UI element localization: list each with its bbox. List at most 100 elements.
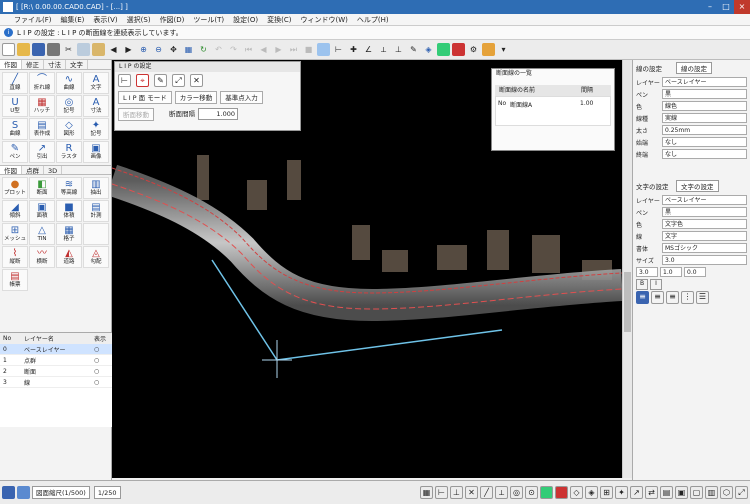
figure-tool[interactable]: ◇ 図形 bbox=[56, 118, 82, 140]
arrow-right-icon[interactable]: ▶ bbox=[122, 43, 135, 56]
stop-icon[interactable]: ■ bbox=[302, 43, 315, 56]
copy-icon[interactable] bbox=[77, 43, 90, 56]
text-prop-select[interactable]: ベースレイヤー bbox=[662, 195, 747, 205]
lip-mode-icon[interactable]: ⊢ bbox=[118, 74, 131, 87]
dimension-tool[interactable]: A 寸法 bbox=[83, 95, 109, 117]
line-prop-select[interactable]: 黒 bbox=[662, 89, 747, 99]
layer-row[interactable]: 0 ベースレイヤー ○ bbox=[0, 344, 112, 355]
layer-icon[interactable] bbox=[437, 43, 450, 56]
slope-calc-tool[interactable]: ◬ 勾配 bbox=[83, 246, 109, 268]
menu-convert[interactable]: 変換(C) bbox=[267, 15, 291, 25]
text-tool[interactable]: A 文字 bbox=[83, 72, 109, 94]
size-value-1[interactable]: 3.0 bbox=[636, 267, 658, 277]
pan-icon[interactable]: ✥ bbox=[167, 43, 180, 56]
dyn-icon[interactable]: ⇄ bbox=[645, 486, 658, 499]
section-icon[interactable]: ⊥ bbox=[392, 43, 405, 56]
align-left-icon[interactable]: ≡ bbox=[636, 290, 649, 304]
line-prop-select[interactable]: 実線 bbox=[662, 113, 747, 123]
base-point-input-button[interactable]: 基準点入力 bbox=[220, 91, 263, 104]
cross-tool[interactable]: 〰横断 bbox=[29, 246, 55, 268]
snap-mid-icon[interactable]: ⊥ bbox=[450, 486, 463, 499]
new-file-icon[interactable] bbox=[2, 43, 15, 56]
snap-icon[interactable]: ✚ bbox=[347, 43, 360, 56]
visible-toggle-icon[interactable]: ○ bbox=[94, 379, 112, 386]
cut-icon[interactable]: ✂ bbox=[62, 43, 75, 56]
lip-delete-icon[interactable]: ✕ bbox=[190, 74, 203, 87]
axis-icon[interactable]: ⊢ bbox=[332, 43, 345, 56]
align-right-icon[interactable]: ≡ bbox=[666, 290, 679, 304]
tab-text[interactable]: 文字 bbox=[66, 60, 88, 69]
menu-edit[interactable]: 編集(E) bbox=[61, 15, 85, 25]
line-tool[interactable]: ╱ 直線 bbox=[2, 72, 28, 94]
tab-modify[interactable]: 修正 bbox=[22, 60, 44, 69]
road-tool[interactable]: ◭ 道路 bbox=[56, 246, 82, 268]
profile-tool[interactable]: ⌇ 縦断 bbox=[2, 246, 28, 268]
tab-3d[interactable]: 3D bbox=[44, 166, 63, 175]
menu-window[interactable]: ウィンドウ(W) bbox=[301, 15, 348, 25]
measure-tool[interactable]: ▤ 計測 bbox=[83, 200, 109, 222]
pen-tool[interactable]: ✎ ペン bbox=[2, 141, 28, 163]
dialog-row[interactable]: No 断面線A 1.00 bbox=[495, 96, 611, 126]
track-icon[interactable]: ↗ bbox=[630, 486, 643, 499]
measure-icon[interactable]: ⟂ bbox=[377, 43, 390, 56]
full-screen-icon[interactable]: ⤢ bbox=[735, 486, 748, 499]
size-value-2[interactable]: 1.0 bbox=[660, 267, 682, 277]
tab-dimension[interactable]: 寸法 bbox=[44, 60, 66, 69]
lip-face-mode-button[interactable]: L I P 面 モード bbox=[118, 91, 172, 104]
section-move-button[interactable]: 断面移動 bbox=[118, 108, 154, 121]
area-tool[interactable]: ▣ 面積 bbox=[29, 200, 55, 222]
line-prop-select[interactable]: 0.25mm bbox=[662, 125, 747, 135]
snap-tangent-icon[interactable]: ⊙ bbox=[525, 486, 538, 499]
snap-cross-icon[interactable]: ✕ bbox=[465, 486, 478, 499]
snap-center-icon[interactable]: ◎ bbox=[510, 486, 523, 499]
grid-icon[interactable]: ▦ bbox=[182, 43, 195, 56]
menu-file[interactable]: ファイル(F) bbox=[14, 15, 52, 25]
snap-point-icon[interactable] bbox=[540, 486, 553, 499]
tab-point-cloud[interactable]: 点群 bbox=[22, 166, 44, 175]
layer-row[interactable]: 2 断面 ○ bbox=[0, 366, 112, 377]
blank-tool[interactable] bbox=[83, 223, 109, 245]
u-shape-tool[interactable]: U U型 bbox=[2, 95, 28, 117]
point-cloud-icon[interactable] bbox=[317, 43, 330, 56]
lip-shape-icon[interactable]: ⌖ bbox=[136, 74, 149, 87]
tin-tool[interactable]: △ TIN bbox=[29, 223, 55, 245]
text-prop-select[interactable]: 文字色 bbox=[662, 219, 747, 229]
layer-row[interactable]: 1 点群 ○ bbox=[0, 355, 112, 366]
lock-icon[interactable]: ▥ bbox=[705, 486, 718, 499]
open-folder-icon[interactable] bbox=[17, 43, 30, 56]
ortho-icon[interactable]: ⊞ bbox=[600, 486, 613, 499]
grid-tool[interactable]: ▦ 格子 bbox=[56, 223, 82, 245]
volume-tool[interactable]: ■ 体積 bbox=[56, 200, 82, 222]
lip-edit-icon[interactable]: ✎ bbox=[154, 74, 167, 87]
dropdown-icon[interactable]: ▾ bbox=[497, 43, 510, 56]
polar-icon[interactable]: ✦ bbox=[615, 486, 628, 499]
section-tool[interactable]: ◧ 断面 bbox=[29, 177, 55, 199]
menu-draw[interactable]: 作図(D) bbox=[160, 15, 185, 25]
italic-button[interactable]: I bbox=[650, 278, 662, 290]
settings-icon[interactable]: ⚙ bbox=[467, 43, 480, 56]
raster-tool[interactable]: R ラスタ bbox=[56, 141, 82, 163]
snap-end-icon[interactable]: ⊢ bbox=[435, 486, 448, 499]
pitch-input[interactable]: 1.000 bbox=[198, 108, 238, 120]
view-3d-icon[interactable]: ◈ bbox=[422, 43, 435, 56]
report-tool[interactable]: ▤ 帳票 bbox=[2, 269, 28, 291]
align-vertical-icon[interactable]: ⋮ bbox=[681, 290, 694, 304]
lwt-icon[interactable]: ▤ bbox=[660, 486, 673, 499]
text-prop-select[interactable]: 文字 bbox=[662, 231, 747, 241]
line-prop-select[interactable]: ベースレイヤー bbox=[662, 77, 747, 87]
first-icon[interactable]: ⏮ bbox=[242, 43, 255, 56]
iso-icon[interactable]: ⬡ bbox=[720, 486, 733, 499]
zoom-icon[interactable]: ⊕ bbox=[137, 43, 150, 56]
menu-view[interactable]: 表示(V) bbox=[93, 15, 117, 25]
line-prop-select[interactable]: なし bbox=[662, 149, 747, 159]
align-center-icon[interactable]: ≡ bbox=[651, 290, 664, 304]
visible-toggle-icon[interactable]: ○ bbox=[94, 346, 112, 353]
text-prop-select[interactable]: MSゴシック bbox=[662, 243, 747, 253]
arrow-left-icon[interactable]: ◀ bbox=[107, 43, 120, 56]
sheet-icon[interactable] bbox=[17, 486, 30, 499]
paper-icon[interactable]: ▢ bbox=[690, 486, 703, 499]
zoom-select[interactable]: 1/250 bbox=[93, 486, 121, 499]
redraw-icon[interactable]: ↻ bbox=[197, 43, 210, 56]
scale-select[interactable]: 図面縮尺(1/500) bbox=[32, 486, 90, 499]
symbol-tool[interactable]: ◎ 記号 bbox=[56, 95, 82, 117]
